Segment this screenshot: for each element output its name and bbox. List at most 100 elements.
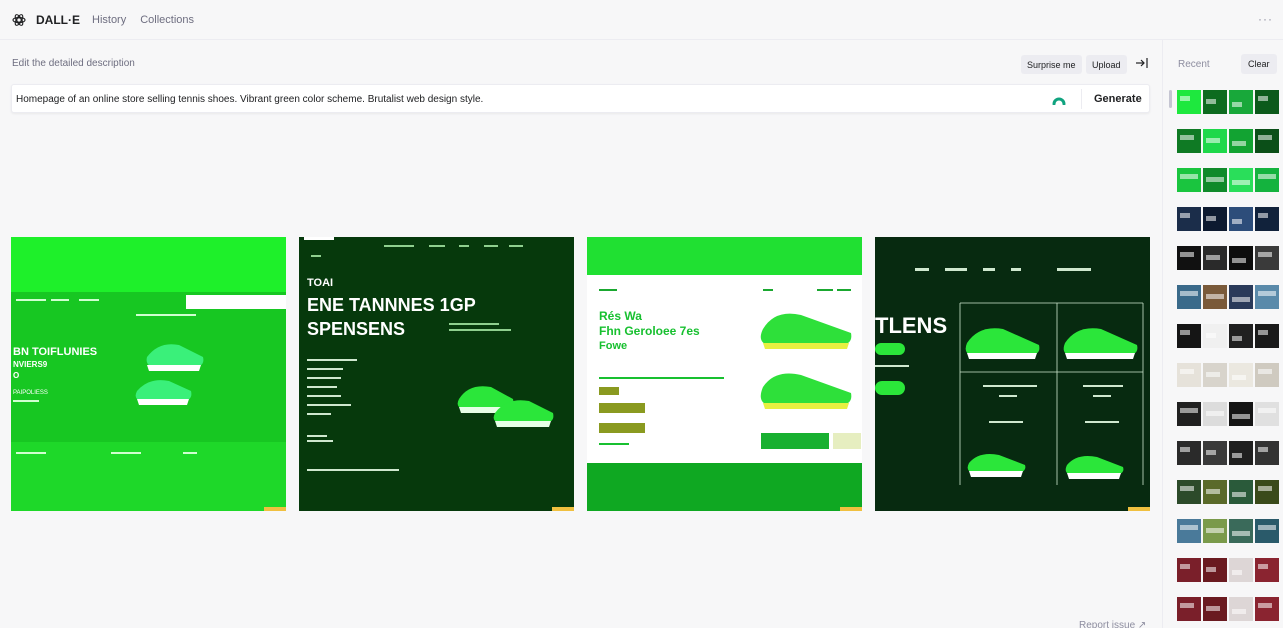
- history-thumbnail[interactable]: [1255, 402, 1279, 426]
- openai-logo-icon[interactable]: [12, 13, 26, 27]
- result-1-subline2: O: [13, 371, 19, 380]
- generate-button[interactable]: Generate: [1094, 93, 1142, 105]
- history-thumbnail[interactable]: [1177, 558, 1201, 582]
- history-thumbnail-detail: [1180, 174, 1198, 179]
- history-thumbnail[interactable]: [1203, 558, 1227, 582]
- history-thumbnail[interactable]: [1229, 129, 1253, 153]
- history-thumbnail[interactable]: [1229, 285, 1253, 309]
- history-thumbnail[interactable]: [1177, 597, 1201, 621]
- history-thumbnail[interactable]: [1255, 285, 1279, 309]
- history-thumbnail[interactable]: [1177, 129, 1201, 153]
- history-row: [1177, 363, 1279, 387]
- history-thumbnail-detail: [1232, 102, 1242, 107]
- history-thumbnail[interactable]: [1177, 207, 1201, 231]
- clear-button[interactable]: Clear: [1241, 54, 1277, 74]
- collapse-sidebar-icon[interactable]: [1135, 56, 1149, 70]
- result-image-1[interactable]: BN TOIFLUNIES NVIERS9 O PAIPOLIESS: [11, 237, 286, 511]
- history-thumbnail[interactable]: [1177, 441, 1201, 465]
- history-row: [1177, 519, 1279, 543]
- result-3-headline: Rés Wa: [599, 309, 642, 323]
- history-thumbnail[interactable]: [1229, 324, 1253, 348]
- history-thumbnail[interactable]: [1177, 285, 1201, 309]
- report-issue-link[interactable]: Report issue ↗: [1079, 620, 1146, 628]
- history-thumbnail[interactable]: [1177, 90, 1201, 114]
- nav-history-link[interactable]: History: [92, 14, 126, 26]
- history-thumbnail[interactable]: [1255, 480, 1279, 504]
- history-thumbnail[interactable]: [1203, 363, 1227, 387]
- prompt-input-container[interactable]: Homepage of an online store selling tenn…: [11, 84, 1150, 113]
- history-thumbnail[interactable]: [1255, 90, 1279, 114]
- history-thumbnail[interactable]: [1203, 402, 1227, 426]
- history-thumbnail-detail: [1258, 330, 1268, 335]
- history-thumbnail[interactable]: [1255, 168, 1279, 192]
- history-thumbnail-detail: [1258, 174, 1276, 179]
- history-thumbnail[interactable]: [1255, 207, 1279, 231]
- history-thumbnail[interactable]: [1229, 519, 1253, 543]
- history-thumbnail[interactable]: [1203, 597, 1227, 621]
- history-thumbnail-detail: [1180, 486, 1194, 491]
- result-image-3[interactable]: Rés Wa Fhn Geroloee 7es Fowe: [587, 237, 862, 511]
- brand-label[interactable]: DALL·E: [36, 13, 80, 27]
- history-thumbnail[interactable]: [1203, 441, 1227, 465]
- loading-spinner-icon: [1052, 97, 1066, 105]
- history-thumbnail[interactable]: [1229, 246, 1253, 270]
- history-thumbnail[interactable]: [1255, 597, 1279, 621]
- history-thumbnail[interactable]: [1255, 558, 1279, 582]
- result-image-4[interactable]: TLENS: [875, 237, 1150, 511]
- history-thumbnail[interactable]: [1203, 129, 1227, 153]
- history-thumbnail[interactable]: [1203, 168, 1227, 192]
- history-thumbnail[interactable]: [1177, 168, 1201, 192]
- history-thumbnail-detail: [1206, 450, 1216, 455]
- history-row: [1177, 441, 1279, 465]
- history-thumbnail[interactable]: [1255, 129, 1279, 153]
- history-thumbnail-detail: [1232, 453, 1242, 458]
- history-thumbnail[interactable]: [1177, 246, 1201, 270]
- history-thumbnail-detail: [1206, 411, 1224, 416]
- history-thumbnail[interactable]: [1203, 90, 1227, 114]
- history-thumbnail[interactable]: [1203, 519, 1227, 543]
- result-2-headline: ENE TANNNES 1GP: [307, 295, 476, 315]
- history-thumbnail[interactable]: [1177, 363, 1201, 387]
- history-thumbnail[interactable]: [1177, 480, 1201, 504]
- history-thumbnail[interactable]: [1177, 324, 1201, 348]
- history-thumbnail[interactable]: [1177, 402, 1201, 426]
- history-thumbnail[interactable]: [1255, 324, 1279, 348]
- upload-button[interactable]: Upload: [1086, 55, 1127, 74]
- result-4-headline: TLENS: [875, 313, 947, 338]
- nav-collections-link[interactable]: Collections: [140, 14, 194, 26]
- history-row: [1177, 168, 1279, 192]
- history-row: [1177, 402, 1279, 426]
- result-image-2[interactable]: TOAI ENE TANNNES 1GP SPENSENS: [299, 237, 574, 511]
- history-thumbnail[interactable]: [1203, 480, 1227, 504]
- history-thumbnail[interactable]: [1229, 480, 1253, 504]
- history-thumbnail[interactable]: [1229, 363, 1253, 387]
- result-3-tagline: Fowe: [599, 340, 627, 352]
- history-thumbnail[interactable]: [1229, 558, 1253, 582]
- history-thumbnail[interactable]: [1203, 324, 1227, 348]
- history-thumbnail[interactable]: [1203, 285, 1227, 309]
- history-thumbnail[interactable]: [1255, 246, 1279, 270]
- history-thumbnail[interactable]: [1229, 402, 1253, 426]
- history-thumbnail[interactable]: [1255, 441, 1279, 465]
- history-thumbnail[interactable]: [1229, 90, 1253, 114]
- history-thumbnail-detail: [1232, 414, 1250, 419]
- history-thumbnail[interactable]: [1203, 207, 1227, 231]
- history-thumbnail[interactable]: [1255, 519, 1279, 543]
- history-thumbnail[interactable]: [1229, 168, 1253, 192]
- history-thumbnail-detail: [1180, 96, 1190, 101]
- prompt-input[interactable]: Homepage of an online store selling tenn…: [16, 94, 483, 105]
- history-thumbnail-detail: [1206, 528, 1224, 533]
- history-thumbnail[interactable]: [1229, 207, 1253, 231]
- history-thumbnail-detail: [1206, 372, 1220, 377]
- history-thumbnail-detail: [1180, 408, 1198, 413]
- surprise-me-button[interactable]: Surprise me: [1021, 55, 1082, 74]
- sidebar-scrollbar[interactable]: [1169, 90, 1172, 108]
- prompt-divider: [1081, 89, 1082, 109]
- history-thumbnail[interactable]: [1229, 441, 1253, 465]
- history-thumbnail[interactable]: [1177, 519, 1201, 543]
- result-1-subline: NVIERS9: [13, 360, 48, 369]
- history-thumbnail[interactable]: [1255, 363, 1279, 387]
- history-thumbnail[interactable]: [1229, 597, 1253, 621]
- history-thumbnail[interactable]: [1203, 246, 1227, 270]
- more-menu-icon[interactable]: ···: [1258, 12, 1273, 26]
